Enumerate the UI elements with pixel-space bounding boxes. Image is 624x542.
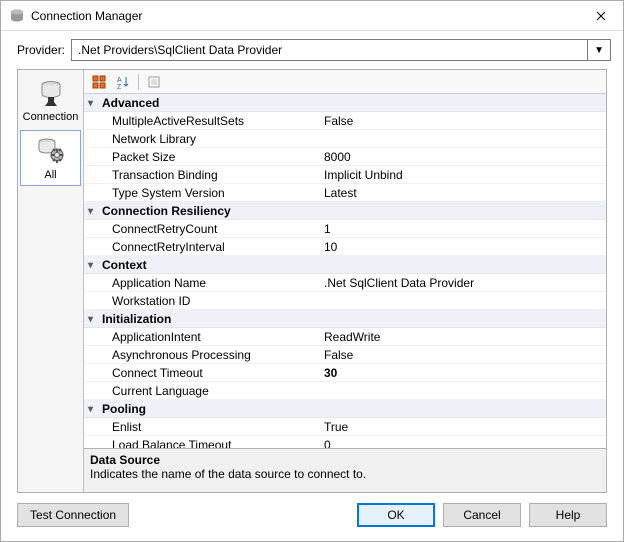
category-name: Context bbox=[102, 258, 147, 272]
category-name: Advanced bbox=[102, 96, 159, 110]
category-header[interactable]: ▾ Pooling bbox=[84, 400, 606, 418]
collapse-icon[interactable]: ▾ bbox=[88, 97, 98, 111]
category-name: Pooling bbox=[102, 402, 146, 416]
collapse-icon[interactable]: ▾ bbox=[88, 259, 98, 273]
property-value[interactable]: ReadWrite bbox=[322, 328, 606, 345]
description-text: Indicates the name of the data source to… bbox=[90, 467, 600, 481]
property-name: Current Language bbox=[84, 382, 322, 399]
property-name: Workstation ID bbox=[84, 292, 322, 309]
property-name: MultipleActiveResultSets bbox=[84, 112, 322, 129]
property-name: Connect Timeout bbox=[84, 364, 322, 381]
property-row[interactable]: EnlistTrue bbox=[84, 418, 606, 436]
help-button[interactable]: Help bbox=[529, 503, 607, 527]
property-row[interactable]: Application Name.Net SqlClient Data Prov… bbox=[84, 274, 606, 292]
category-header[interactable]: ▾ Connection Resiliency bbox=[84, 202, 606, 220]
sidebar: Connection All bbox=[18, 70, 84, 492]
property-name: ConnectRetryInterval bbox=[84, 238, 322, 255]
app-icon bbox=[9, 8, 25, 24]
property-name: Enlist bbox=[84, 418, 322, 435]
property-name: Packet Size bbox=[84, 148, 322, 165]
property-value[interactable]: False bbox=[322, 112, 606, 129]
property-row[interactable]: Transaction BindingImplicit Unbind bbox=[84, 166, 606, 184]
main-panel: Connection All bbox=[17, 69, 607, 493]
property-grid-panel: A Z ▾AdvancedMultipleActiveResultSetsFal… bbox=[84, 70, 606, 492]
window-title: Connection Manager bbox=[31, 9, 579, 23]
button-row: Test Connection OK Cancel Help bbox=[1, 493, 623, 541]
property-value[interactable]: 10 bbox=[322, 238, 606, 255]
property-row[interactable]: Load Balance Timeout0 bbox=[84, 436, 606, 448]
category-name: Initialization bbox=[102, 312, 171, 326]
provider-label: Provider: bbox=[17, 43, 65, 57]
titlebar: Connection Manager bbox=[1, 1, 623, 31]
property-value[interactable]: 0 bbox=[322, 436, 606, 448]
property-row[interactable]: Packet Size8000 bbox=[84, 148, 606, 166]
description-panel: Data Source Indicates the name of the da… bbox=[84, 448, 606, 492]
toolbar-divider bbox=[138, 74, 139, 90]
provider-value: .Net Providers\SqlClient Data Provider bbox=[78, 43, 282, 57]
test-connection-button[interactable]: Test Connection bbox=[17, 503, 129, 527]
property-name: Transaction Binding bbox=[84, 166, 322, 183]
sidebar-tab-label: Connection bbox=[23, 111, 79, 123]
property-value[interactable]: Implicit Unbind bbox=[322, 166, 606, 183]
category-header[interactable]: ▾ Initialization bbox=[84, 310, 606, 328]
svg-text:Z: Z bbox=[117, 84, 122, 89]
property-row[interactable]: Current Language bbox=[84, 382, 606, 400]
collapse-icon[interactable]: ▾ bbox=[88, 205, 98, 219]
property-row[interactable]: Type System VersionLatest bbox=[84, 184, 606, 202]
property-value[interactable]: .Net SqlClient Data Provider bbox=[322, 274, 606, 291]
property-value[interactable]: 8000 bbox=[322, 148, 606, 165]
sidebar-tab-connection[interactable]: Connection bbox=[20, 72, 81, 128]
svg-text:A: A bbox=[117, 77, 122, 84]
property-name: ConnectRetryCount bbox=[84, 220, 322, 237]
property-value[interactable]: 1 bbox=[322, 220, 606, 237]
property-name: Asynchronous Processing bbox=[84, 346, 322, 363]
property-value[interactable]: 30 bbox=[322, 364, 606, 381]
provider-select[interactable]: .Net Providers\SqlClient Data Provider ▼ bbox=[71, 39, 611, 61]
property-name: Type System Version bbox=[84, 184, 322, 201]
sidebar-tab-label: All bbox=[44, 169, 56, 181]
property-toolbar: A Z bbox=[84, 70, 606, 94]
all-icon bbox=[35, 135, 67, 167]
property-pages-button[interactable] bbox=[143, 72, 165, 92]
alphabetical-button[interactable]: A Z bbox=[112, 72, 134, 92]
ok-button[interactable]: OK bbox=[357, 503, 435, 527]
connection-icon bbox=[35, 77, 67, 109]
property-name: ApplicationIntent bbox=[84, 328, 322, 345]
property-row[interactable]: Network Library bbox=[84, 130, 606, 148]
property-name: Application Name bbox=[84, 274, 322, 291]
collapse-icon[interactable]: ▾ bbox=[88, 403, 98, 417]
property-value[interactable] bbox=[322, 292, 606, 309]
category-name: Connection Resiliency bbox=[102, 204, 231, 218]
property-row[interactable]: Asynchronous ProcessingFalse bbox=[84, 346, 606, 364]
category-header[interactable]: ▾ Advanced bbox=[84, 94, 606, 112]
property-value[interactable]: True bbox=[322, 418, 606, 435]
property-row[interactable]: MultipleActiveResultSetsFalse bbox=[84, 112, 606, 130]
cancel-button[interactable]: Cancel bbox=[443, 503, 521, 527]
property-row[interactable]: ConnectRetryInterval10 bbox=[84, 238, 606, 256]
property-row[interactable]: ConnectRetryCount1 bbox=[84, 220, 606, 238]
property-value[interactable] bbox=[322, 130, 606, 147]
property-name: Load Balance Timeout bbox=[84, 436, 322, 448]
property-row[interactable]: Connect Timeout30 bbox=[84, 364, 606, 382]
collapse-icon[interactable]: ▾ bbox=[88, 313, 98, 327]
property-value[interactable]: False bbox=[322, 346, 606, 363]
sidebar-tab-all[interactable]: All bbox=[20, 130, 81, 186]
property-value[interactable] bbox=[322, 382, 606, 399]
categorized-button[interactable] bbox=[88, 72, 110, 92]
property-row[interactable]: ApplicationIntentReadWrite bbox=[84, 328, 606, 346]
category-header[interactable]: ▾ Context bbox=[84, 256, 606, 274]
property-grid[interactable]: ▾AdvancedMultipleActiveResultSetsFalseNe… bbox=[84, 94, 606, 448]
description-title: Data Source bbox=[90, 453, 600, 467]
property-value[interactable]: Latest bbox=[322, 184, 606, 201]
property-row[interactable]: Workstation ID bbox=[84, 292, 606, 310]
property-name: Network Library bbox=[84, 130, 322, 147]
chevron-down-icon: ▼ bbox=[587, 40, 604, 60]
provider-row: Provider: .Net Providers\SqlClient Data … bbox=[1, 31, 623, 69]
close-button[interactable] bbox=[579, 1, 623, 31]
